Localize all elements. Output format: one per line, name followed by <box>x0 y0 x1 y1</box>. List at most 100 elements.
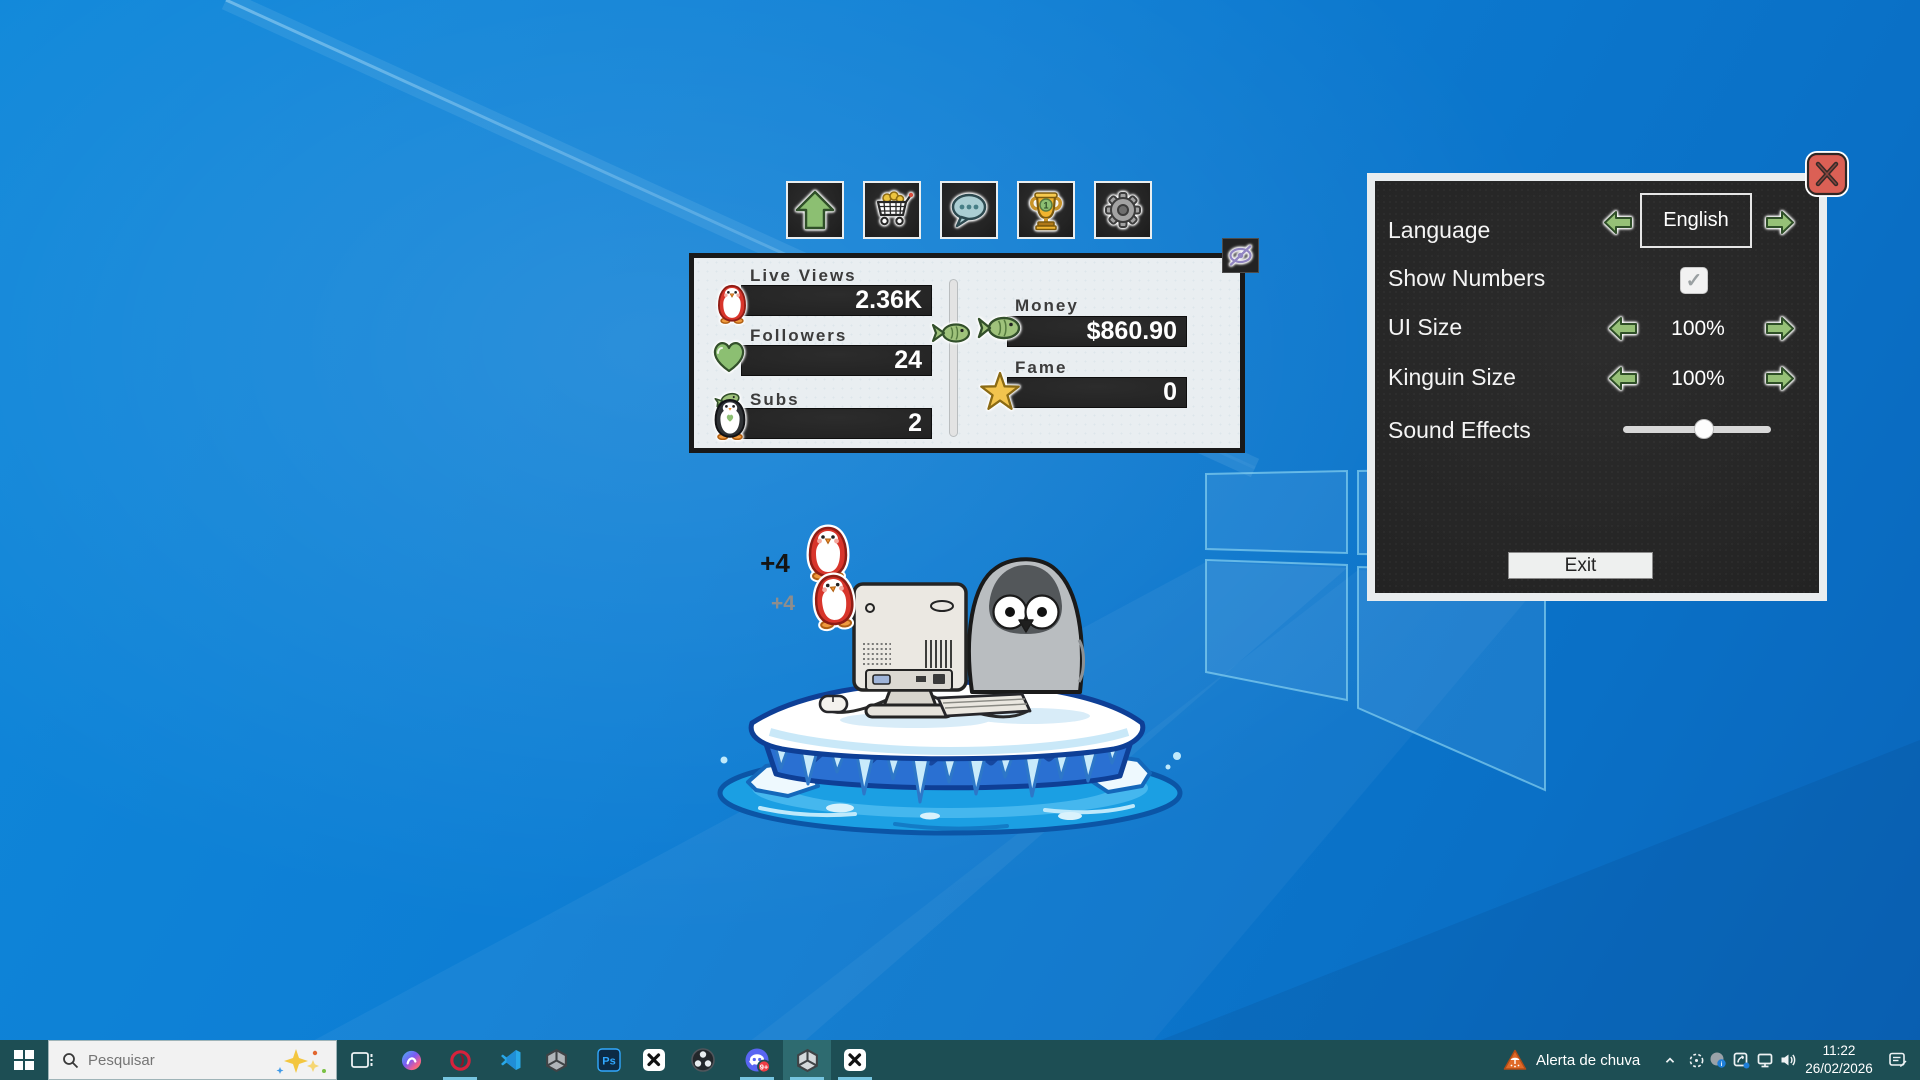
kinguin-size-increase-button[interactable] <box>1765 365 1795 392</box>
sound-effects-slider[interactable] <box>1623 426 1771 433</box>
fame-label: Fame <box>1015 358 1067 378</box>
unity-icon <box>544 1048 569 1073</box>
photoshop-icon: Ps <box>597 1048 621 1072</box>
kinguin-size-value: 100% <box>1643 367 1753 391</box>
subs-value: 2 <box>741 408 932 439</box>
taskbar-app-capcut-2[interactable] <box>831 1040 879 1080</box>
zoom-slider-track[interactable] <box>949 279 958 437</box>
search-icon <box>62 1052 79 1069</box>
settings-panel: Language English Show Numbers ✓ UI Size … <box>1367 173 1827 601</box>
unity-active-icon <box>795 1048 820 1073</box>
star-icon <box>979 371 1021 413</box>
windows-logo-icon <box>14 1050 34 1070</box>
rain-alert-icon <box>1503 1049 1527 1071</box>
game-toolbar: 1 <box>786 181 1152 239</box>
photoshop-label: Ps <box>602 1056 615 1068</box>
search-input[interactable] <box>88 1052 248 1069</box>
hide-ui-button[interactable] <box>1222 238 1259 273</box>
money-value: $860.90 <box>1007 316 1187 347</box>
start-button[interactable] <box>0 1040 48 1080</box>
taskbar-app-copilot[interactable] <box>387 1040 435 1080</box>
heart-icon <box>710 338 748 376</box>
taskbar-app-task-view[interactable] <box>338 1040 386 1080</box>
taskbar-app-discord[interactable]: 9+ <box>733 1040 781 1080</box>
tray-volume[interactable] <box>1776 1040 1800 1080</box>
kinguin-size-decrease-button[interactable] <box>1608 365 1638 392</box>
network-icon <box>1756 1051 1774 1069</box>
live-views-label: Live Views <box>750 266 857 286</box>
sound-effects-thumb[interactable] <box>1694 419 1714 439</box>
taskbar-app-photoshop[interactable]: Ps <box>585 1040 633 1080</box>
trophy-icon: 1 <box>1024 188 1068 232</box>
plus-four-fading: +4 <box>771 592 795 615</box>
language-prev-button[interactable] <box>1603 209 1633 236</box>
show-numbers-label: Show Numbers <box>1388 265 1545 292</box>
update-status-icon: i <box>1709 1051 1727 1069</box>
taskbar-app-unity-active[interactable] <box>783 1040 831 1080</box>
checkmark-icon: ✓ <box>1686 268 1703 293</box>
follower-penguin-1 <box>810 528 846 579</box>
chevron-up-icon <box>1662 1052 1678 1068</box>
screen-clip-icon <box>1688 1052 1705 1069</box>
tray-screen-clip[interactable] <box>1684 1040 1708 1080</box>
gear-icon <box>1101 188 1145 232</box>
close-settings-button[interactable] <box>1803 149 1851 199</box>
taskbar-app-vscode[interactable] <box>487 1040 535 1080</box>
settings-button[interactable] <box>1094 181 1152 239</box>
taskbar-app-capcut[interactable] <box>630 1040 678 1080</box>
language-select[interactable]: English <box>1640 193 1752 248</box>
sub-penguin-icon <box>712 392 748 440</box>
eye-slash-icon <box>1227 243 1254 268</box>
language-next-button[interactable] <box>1765 209 1795 236</box>
cast-icon <box>1732 1051 1750 1069</box>
followers-label: Followers <box>750 326 847 346</box>
taskbar-app-unity[interactable] <box>532 1040 580 1080</box>
chat-bubble-icon <box>947 188 991 232</box>
speaker-icon <box>1779 1051 1797 1069</box>
notification-center-icon <box>1888 1050 1908 1070</box>
language-label: Language <box>1388 217 1490 244</box>
shop-button[interactable] <box>863 181 921 239</box>
followers-value: 24 <box>741 345 932 376</box>
ui-size-decrease-button[interactable] <box>1608 315 1638 342</box>
desktop: 1 <box>0 0 1920 1080</box>
tray-network[interactable] <box>1753 1040 1777 1080</box>
taskbar: Ps 9+ <box>0 1040 1920 1080</box>
weather-alert-text: Alerta de chuva <box>1536 1052 1640 1069</box>
upgrade-button[interactable] <box>786 181 844 239</box>
stats-panel: Live Views 2.36K Followers 24 Subs 2 <box>689 253 1245 453</box>
tray-update-status[interactable]: i <box>1706 1040 1730 1080</box>
discord-badge: 9+ <box>759 1062 768 1071</box>
subs-label: Subs <box>750 390 800 410</box>
live-views-value: 2.36K <box>741 285 932 316</box>
clock-date: 26/02/2026 <box>1805 1060 1873 1078</box>
show-numbers-checkbox[interactable]: ✓ <box>1680 267 1708 294</box>
kinguin-character[interactable] <box>969 559 1084 692</box>
ui-size-increase-button[interactable] <box>1765 315 1795 342</box>
capcut-icon <box>642 1048 666 1072</box>
obs-icon <box>690 1047 716 1073</box>
tray-cast[interactable] <box>1729 1040 1753 1080</box>
notification-center-button[interactable] <box>1886 1040 1910 1080</box>
trophy-number: 1 <box>1043 201 1048 211</box>
vscode-icon <box>499 1048 523 1072</box>
red-penguin-icon <box>716 284 748 324</box>
tray-expand-button[interactable] <box>1658 1040 1682 1080</box>
plus-four-recent: +4 <box>760 548 790 578</box>
taskbar-search[interactable] <box>48 1040 337 1080</box>
weather-alert[interactable]: Alerta de chuva <box>1503 1040 1640 1080</box>
taskbar-clock[interactable]: 11:22 26/02/2026 <box>1798 1040 1880 1080</box>
follower-penguin-2 <box>814 575 854 629</box>
taskbar-app-obs[interactable] <box>679 1040 727 1080</box>
achievements-button[interactable]: 1 <box>1017 181 1075 239</box>
fame-value: 0 <box>1007 377 1187 408</box>
up-arrow-icon <box>793 188 837 232</box>
taskbar-app-opera-gx[interactable] <box>436 1040 484 1080</box>
chat-button[interactable] <box>940 181 998 239</box>
exit-button[interactable]: Exit <box>1508 552 1653 579</box>
game-scene: +4 +4 <box>690 520 1190 850</box>
fish-money-icon <box>976 311 1026 345</box>
sound-effects-label: Sound Effects <box>1388 417 1531 444</box>
fish-slider-thumb[interactable] <box>929 318 977 348</box>
ui-size-label: UI Size <box>1388 314 1462 341</box>
